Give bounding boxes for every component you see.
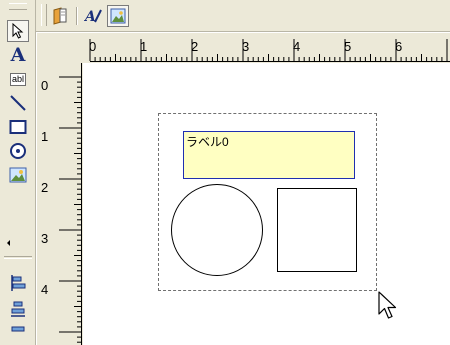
- mouse-cursor-icon: [378, 291, 397, 319]
- toolbar-grip[interactable]: [41, 4, 47, 26]
- hruler-label: 5: [344, 39, 352, 54]
- image-tool-icon[interactable]: [7, 164, 29, 186]
- vertical-ruler: 0 1 2 3 4: [37, 63, 83, 345]
- label-control-text: ラベル0: [186, 135, 229, 149]
- left-toolbar: A abl: [0, 0, 36, 345]
- label-control[interactable]: ラベル0: [183, 131, 355, 179]
- hruler-label: 6: [395, 39, 403, 54]
- open-document-icon[interactable]: [49, 5, 71, 27]
- line-tool-icon[interactable]: [7, 92, 29, 114]
- align-left-icon[interactable]: [7, 272, 29, 294]
- vruler-label: 1: [41, 129, 49, 144]
- hruler-label: 2: [191, 39, 199, 54]
- ellipse-shape[interactable]: [171, 184, 263, 276]
- hruler-label: 1: [140, 39, 148, 54]
- align-center-icon[interactable]: [7, 298, 29, 320]
- vertical-ruler-ticks: [59, 76, 81, 343]
- vruler-label: 2: [41, 180, 49, 195]
- hruler-label: 0: [89, 39, 97, 54]
- rectangle-shape[interactable]: [277, 188, 357, 272]
- align-bottom-icon[interactable]: [7, 322, 29, 344]
- picture-frame-icon[interactable]: [107, 5, 129, 27]
- font-format-icon[interactable]: A: [83, 5, 105, 27]
- ellipse-tool-icon[interactable]: [7, 140, 29, 162]
- vruler-label: 3: [41, 231, 49, 246]
- rectangle-tool-icon[interactable]: [7, 116, 29, 138]
- toolbar-grip[interactable]: [9, 3, 27, 10]
- vruler-label: 4: [41, 282, 49, 297]
- pointer-arrow-icon[interactable]: [7, 20, 29, 42]
- horizontal-ruler: 0 1 2 3 4 5 6: [83, 33, 450, 63]
- ruler-corner: [37, 33, 83, 63]
- toolbar-overflow-icon[interactable]: [7, 240, 10, 246]
- toolbar-separator: [4, 256, 32, 259]
- toolbar-separator: [76, 7, 78, 25]
- hruler-label: 4: [293, 39, 301, 54]
- svg-text:A: A: [84, 9, 96, 25]
- vruler-label: 0: [41, 78, 49, 93]
- hruler-label: 3: [242, 39, 250, 54]
- top-toolbar: A: [36, 0, 450, 32]
- text-tool-icon[interactable]: A: [7, 44, 29, 66]
- label-field-icon[interactable]: abl: [7, 68, 29, 90]
